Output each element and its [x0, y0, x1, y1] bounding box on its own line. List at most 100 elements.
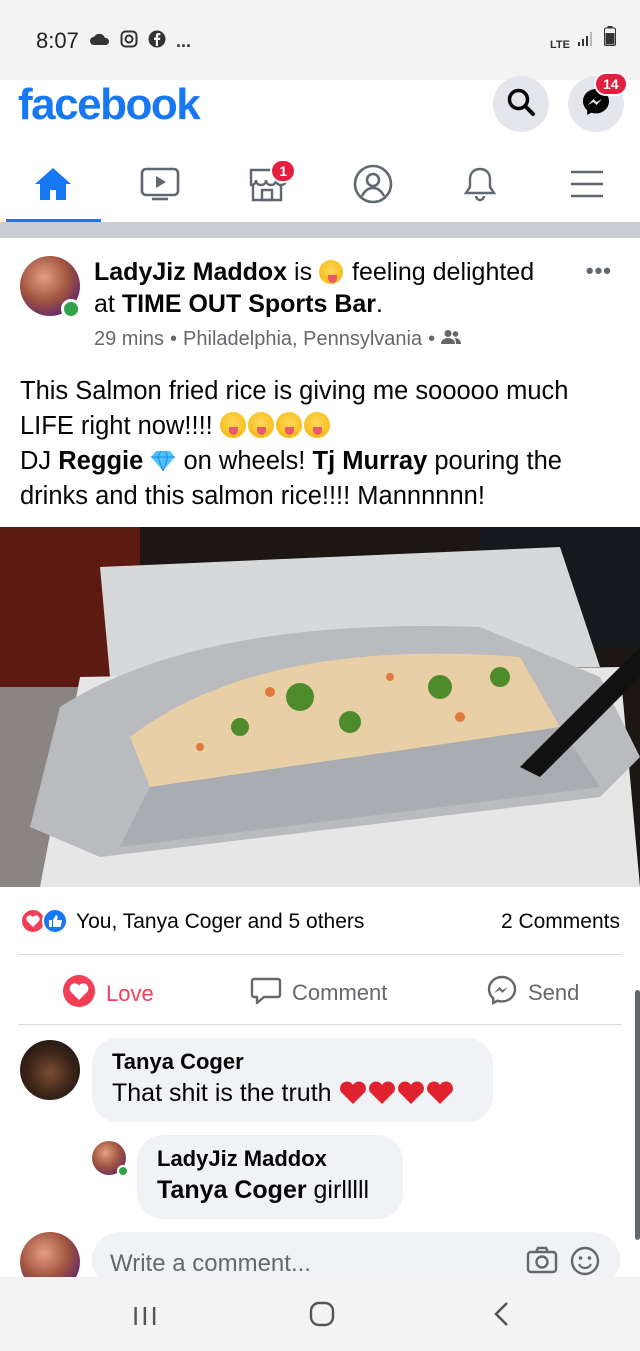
love-button[interactable]: Love: [62, 974, 154, 1014]
messenger-badge: 14: [594, 72, 628, 96]
comments-count[interactable]: 2 Comments: [501, 910, 620, 934]
profile-icon: [353, 164, 393, 209]
comment-text-content: That shit is the truth: [112, 1079, 332, 1107]
meta-separator: •: [170, 328, 178, 350]
comment-button[interactable]: Comment: [250, 974, 387, 1012]
more-icon: ...: [176, 31, 192, 51]
tongue-emoji-icon: [275, 412, 302, 438]
tongue-emoji-icon: [219, 412, 246, 438]
comment-icon: [250, 974, 282, 1012]
battery-icon: [604, 26, 616, 51]
delighted-emoji-icon: [319, 260, 344, 284]
cloud-icon: [90, 32, 110, 51]
mention-reggie[interactable]: Reggie: [58, 447, 143, 475]
status-system-icons: LTE: [550, 26, 616, 51]
recents-button[interactable]: III: [132, 1301, 160, 1332]
messenger-send-icon: [486, 974, 518, 1012]
send-label: Send: [528, 980, 580, 1005]
facebook-icon: [148, 30, 166, 53]
comment-bubble: Tanya Coger That shit is the truth: [92, 1038, 493, 1122]
back-button[interactable]: [492, 1301, 512, 1332]
search-icon: [506, 87, 536, 122]
place-name[interactable]: TIME OUT Sports Bar: [122, 290, 376, 318]
post-actions: Love Comment Send: [0, 960, 640, 1022]
reply-bubble: LadyJiz Maddox Tanya Coger girlllll: [137, 1135, 403, 1219]
tab-marketplace[interactable]: 1: [213, 150, 320, 222]
commenter-avatar[interactable]: [20, 1040, 80, 1100]
marketplace-badge: 1: [270, 159, 297, 183]
post-text-dj: DJ: [20, 447, 52, 475]
meta-separator-2: •: [428, 328, 436, 350]
post-options-button[interactable]: •••: [586, 258, 612, 284]
facebook-logo[interactable]: facebook: [18, 80, 201, 130]
friends-audience-icon: [441, 328, 462, 351]
watch-icon: [140, 167, 180, 206]
post-body: This Salmon fried rice is giving me sooo…: [20, 374, 625, 514]
reactions-summary[interactable]: You, Tanya Coger and 5 others: [76, 910, 364, 934]
hearts-emoji-icon: [339, 1079, 455, 1107]
messenger-button[interactable]: 14: [568, 72, 628, 132]
tab-watch[interactable]: [107, 150, 214, 222]
home-icon: [33, 166, 73, 207]
author-name[interactable]: LadyJiz Maddox: [94, 258, 287, 286]
android-nav-bar: III: [0, 1277, 640, 1351]
feed-divider: [0, 222, 640, 238]
at-word: at: [94, 290, 115, 318]
reply-text: Tanya Coger girlllll: [157, 1173, 383, 1207]
tab-profile[interactable]: [320, 150, 427, 222]
post-location[interactable]: Philadelphia, Pennsylvania: [183, 328, 422, 351]
post-meta: 29 mins • Philadelphia, Pennsylvania •: [94, 328, 462, 351]
menu-icon: [569, 169, 605, 204]
comment-input-placeholder: Write a comment...: [110, 1250, 311, 1277]
tab-home[interactable]: [0, 150, 107, 222]
like-reaction-icon: [42, 908, 68, 934]
salmon-fried-rice-photo: [0, 527, 640, 887]
actions-divider: [18, 1024, 622, 1025]
comment-author[interactable]: Tanya Coger: [112, 1048, 473, 1076]
composer-avatar: [20, 1232, 80, 1278]
diamond-emoji-icon: [150, 447, 176, 472]
status-time: 8:07: [36, 28, 79, 53]
comment-label: Comment: [292, 980, 388, 1005]
post-photo[interactable]: [0, 527, 640, 887]
lte-indicator: LTE: [550, 39, 570, 51]
reply-online-dot: [117, 1165, 129, 1177]
reaction-icons: [20, 908, 68, 934]
reply-mention[interactable]: Tanya Coger: [157, 1176, 307, 1204]
tongue-emoji-icon: [303, 412, 330, 438]
scrollbar[interactable]: [635, 990, 640, 1240]
send-button[interactable]: Send: [486, 974, 579, 1012]
signal-icon: [578, 32, 596, 51]
tongue-emoji-icon: [247, 412, 274, 438]
place-suffix: .: [376, 290, 383, 318]
love-icon: [62, 974, 96, 1014]
main-nav: 1: [0, 150, 640, 222]
reply-author[interactable]: LadyJiz Maddox: [157, 1145, 383, 1173]
reactions-divider: [18, 954, 622, 955]
status-notification-icons: ...: [90, 30, 191, 53]
online-status-dot: [61, 299, 81, 319]
app-header: facebook 14: [0, 72, 640, 140]
reply-text-content: girlllll: [313, 1176, 370, 1204]
search-button[interactable]: [493, 76, 549, 132]
is-word: is: [294, 258, 313, 286]
comment-input[interactable]: Write a comment...: [92, 1232, 620, 1278]
home-button[interactable]: [309, 1301, 335, 1332]
post-header: LadyJiz Maddox is feeling delighted at T…: [0, 238, 640, 358]
love-label: Love: [106, 981, 154, 1006]
camera-icon[interactable]: [526, 1246, 558, 1278]
status-bar: 8:07 ... LTE: [0, 0, 640, 80]
post-title: LadyJiz Maddox is feeling delighted at T…: [94, 256, 574, 320]
post-time[interactable]: 29 mins: [94, 328, 164, 351]
comment-text: That shit is the truth: [112, 1076, 473, 1110]
reactions-row[interactable]: You, Tanya Coger and 5 others 2 Comments: [0, 900, 640, 944]
emoji-picker-icon[interactable]: [570, 1246, 600, 1278]
tab-menu[interactable]: [533, 150, 640, 222]
mention-tj-murray[interactable]: Tj Murray: [313, 447, 428, 475]
tab-notifications[interactable]: [427, 150, 534, 222]
bell-icon: [462, 165, 498, 208]
post-text-on-wheels: on wheels!: [183, 447, 306, 475]
feeling-text: feeling delighted: [352, 258, 535, 286]
instagram-icon: [120, 30, 138, 53]
comment-composer: Write a comment...: [0, 1228, 640, 1278]
